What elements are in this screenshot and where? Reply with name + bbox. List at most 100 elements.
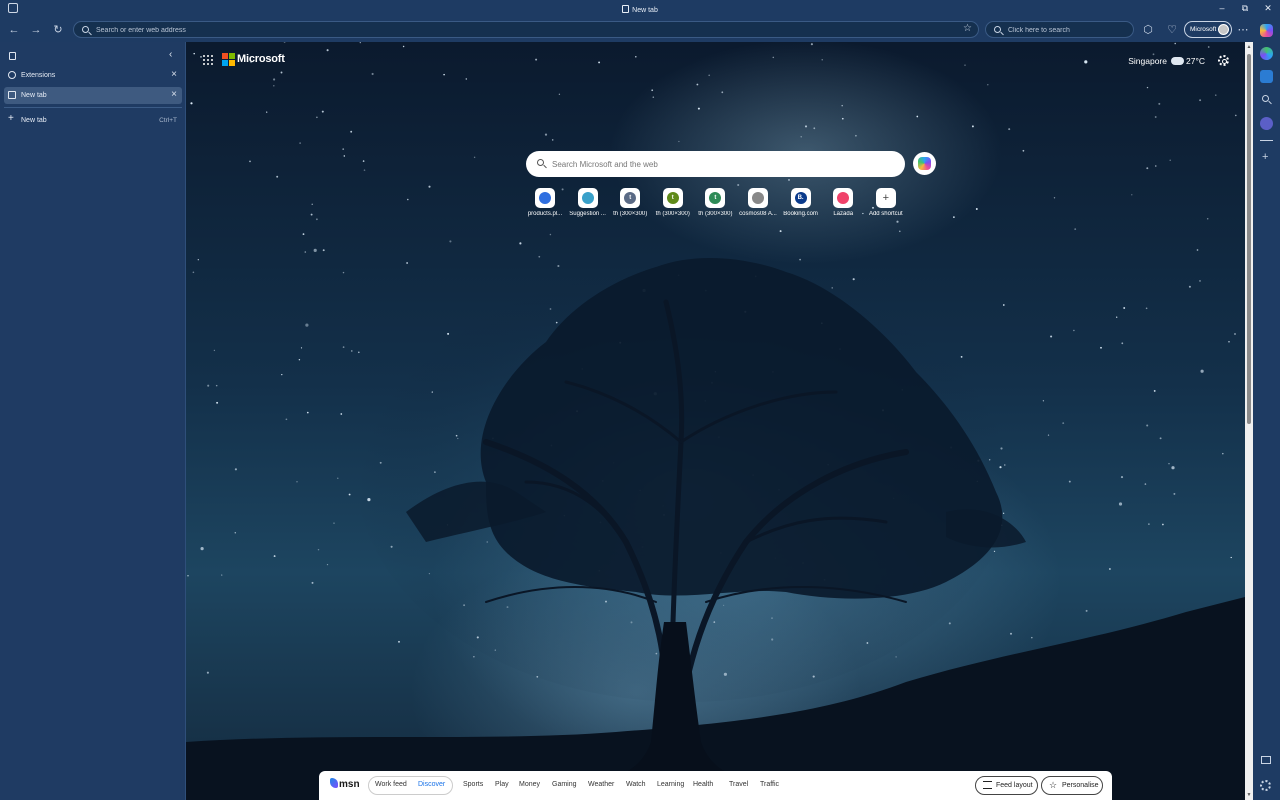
shortcut-tile[interactable]: cosmos08 A...	[737, 188, 779, 217]
suggestion-icon	[581, 192, 594, 204]
restore-button[interactable]: ⧉	[1238, 2, 1252, 14]
msn-nav-travel[interactable]: Travel	[729, 781, 748, 788]
weather-temp: 27°C	[1186, 56, 1205, 66]
msn-nav-play[interactable]: Play	[495, 781, 509, 788]
feed-layout-button[interactable]: Feed layout	[975, 776, 1038, 795]
refresh-button[interactable]: ↻	[50, 22, 66, 38]
work-feed-tab[interactable]: Work feed	[375, 781, 407, 788]
shortcut-tile[interactable]: t th (300×300)	[652, 188, 694, 217]
shortcut-tile-box: t	[620, 188, 641, 208]
collapse-pane-icon[interactable]: ‹	[169, 49, 172, 60]
shortcut-label: Lazada	[833, 211, 854, 217]
app-launcher-icon[interactable]	[203, 55, 214, 66]
msn-nav-learning[interactable]: Learning	[657, 781, 684, 788]
letter-tile-icon: t	[709, 192, 722, 204]
blue-shield-icon	[539, 192, 551, 204]
plus-icon: +	[882, 192, 890, 204]
search-icon[interactable]	[1260, 93, 1273, 106]
divider	[4, 107, 182, 108]
shortcut-tile-box: t	[705, 188, 726, 208]
title-bar: New tab – ⧉ ✕	[0, 0, 1280, 18]
address-bar[interactable]: ☆	[73, 21, 979, 38]
browser-essentials-icon[interactable]: ♡	[1164, 22, 1180, 38]
scroll-up-arrow[interactable]: ▲	[1246, 44, 1252, 50]
scrollbar-thumb[interactable]	[1247, 54, 1251, 424]
forward-button[interactable]: →	[28, 22, 44, 38]
shortcut-label: Add shortcut	[868, 211, 903, 217]
page-scrollbar[interactable]: ▲ ▼	[1245, 42, 1253, 800]
lazada-heart-icon	[837, 192, 850, 204]
outlook-icon[interactable]	[1260, 70, 1273, 83]
personalise-button[interactable]: ☆ Personalise	[1041, 776, 1103, 795]
close-tab-icon[interactable]: ×	[171, 69, 177, 80]
sidebar-settings-gear-icon[interactable]	[1260, 780, 1271, 791]
msn-nav-traffic[interactable]: Traffic	[760, 781, 779, 788]
weather-widget[interactable]: Singapore 27°C	[1128, 55, 1205, 66]
profile-button[interactable]: Microsoft	[1184, 21, 1232, 38]
new-tab-page: Microsoft Singapore 27°C products.pl... Su…	[186, 42, 1245, 800]
scroll-down-arrow[interactable]: ▼	[1246, 792, 1252, 798]
page-icon	[622, 5, 630, 13]
copilot-icon[interactable]	[1260, 24, 1273, 37]
shortcut-label: Suggestion ...	[569, 211, 606, 217]
extensions-icon[interactable]: ⬡	[1140, 22, 1156, 38]
msn-nav-money[interactable]: Money	[519, 781, 540, 788]
msn-nav-watch[interactable]: Watch	[626, 781, 646, 788]
shortcut-tile[interactable]: + Add shortcut	[865, 188, 907, 217]
profile-label: Microsoft	[1190, 26, 1217, 33]
back-button[interactable]: ←	[6, 22, 22, 38]
shortcut-tile[interactable]: Lazada	[822, 188, 864, 217]
shortcut-label: th (300×300)	[698, 211, 733, 217]
msn-nav-sports[interactable]: Sports	[463, 781, 483, 788]
search-icon	[994, 26, 1001, 33]
minimize-button[interactable]: –	[1215, 2, 1229, 14]
shortcut-label: Booking.com	[783, 211, 818, 217]
shortcut-tile[interactable]: t th (300×300)	[609, 188, 651, 217]
shortcut-hint: Ctrl+T	[159, 117, 177, 124]
feed-layout-icon	[983, 781, 992, 789]
tab-extensions[interactable]: Extensions ×	[4, 67, 182, 84]
page-settings-gear-icon[interactable]	[1218, 55, 1229, 66]
msn-nav-gaming[interactable]: Gaming	[552, 781, 577, 788]
web-search-input[interactable]	[552, 157, 892, 171]
msn-nav-health[interactable]: Health	[693, 781, 713, 788]
msn-logo[interactable]: msn	[330, 778, 360, 790]
close-button[interactable]: ✕	[1261, 2, 1275, 14]
avatar	[1218, 24, 1229, 35]
tab-new-tab[interactable]: New tab ×	[4, 87, 182, 104]
vertical-tabs-sidebar: ‹ Extensions × New tab × + New tab Ctrl+…	[0, 42, 186, 800]
favorite-star-icon[interactable]: ☆	[963, 23, 972, 34]
teams-icon[interactable]	[1260, 117, 1273, 130]
toolbar-search-input[interactable]	[1008, 24, 1128, 36]
shortcut-tile-box: t	[662, 188, 683, 208]
toolbar-search-box[interactable]	[985, 21, 1134, 38]
shortcut-label: th (300×300)	[613, 211, 648, 217]
add-app-plus-icon[interactable]: +	[1262, 151, 1268, 163]
shortcut-tile[interactable]: B. Booking.com	[780, 188, 822, 217]
discover-tab[interactable]: Discover	[418, 781, 445, 788]
page-icon	[8, 91, 16, 99]
msn-nav-weather[interactable]: Weather	[588, 781, 614, 788]
shortcut-label: cosmos08 A...	[739, 211, 777, 217]
copilot-button[interactable]	[913, 152, 936, 175]
web-search-box[interactable]	[526, 151, 905, 177]
shortcut-tile[interactable]: t th (300×300)	[694, 188, 736, 217]
new-tab-button[interactable]: + New tab Ctrl+T	[4, 112, 182, 129]
close-tab-icon[interactable]: ×	[171, 89, 177, 100]
shortcut-label: th (300×300)	[655, 211, 690, 217]
shortcut-tile[interactable]: products.pl...	[524, 188, 566, 217]
copilot-chat-icon[interactable]	[1260, 47, 1273, 60]
msn-feed-bar: msn Work feed Discover Sports Play Money Ga…	[319, 771, 1112, 800]
more-menu-button[interactable]: ⋯	[1235, 22, 1251, 38]
address-input[interactable]	[96, 24, 936, 36]
letter-tile-icon: t	[624, 192, 637, 204]
partly-cloudy-icon	[1169, 55, 1184, 65]
letter-tile-icon: t	[666, 192, 679, 204]
hide-sidebar-icon[interactable]	[1261, 756, 1271, 764]
shortcut-tile-box	[535, 188, 555, 208]
shortcut-tile[interactable]: Suggestion ...	[567, 188, 609, 217]
tab-actions-icon[interactable]	[9, 52, 16, 60]
copilot-icon	[918, 157, 931, 170]
window-title: New tab	[0, 5, 1280, 14]
cosmos-icon	[752, 192, 764, 204]
